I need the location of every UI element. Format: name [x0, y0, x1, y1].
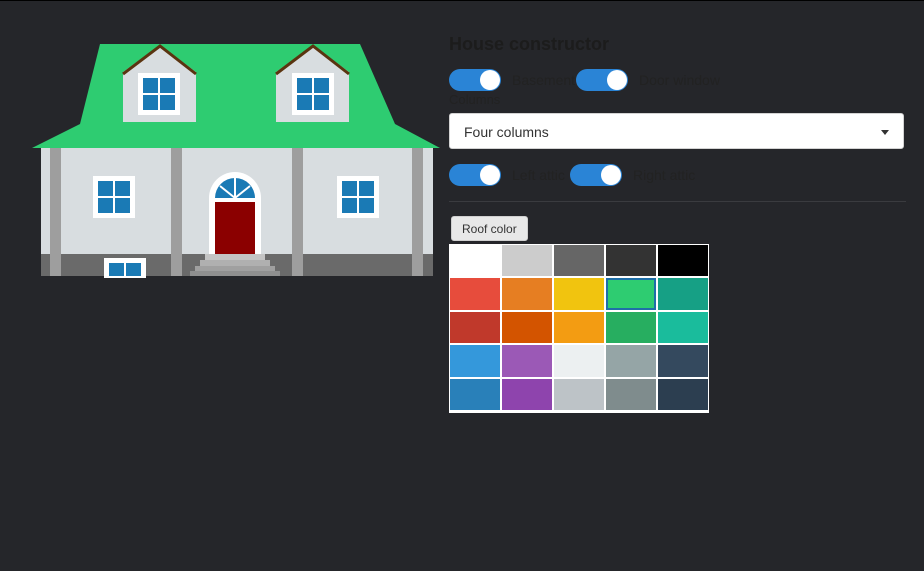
- color-swatch[interactable]: [554, 245, 604, 277]
- color-swatch[interactable]: [554, 311, 604, 344]
- switch-knob: [480, 70, 500, 90]
- color-swatch[interactable]: [502, 245, 552, 277]
- column-1: [50, 148, 61, 276]
- toggle-right-attic[interactable]: Right attic: [570, 164, 697, 186]
- columns-select-value: Four columns: [464, 124, 549, 140]
- left-window: [93, 176, 135, 218]
- color-swatch[interactable]: [658, 345, 708, 377]
- column-3: [292, 148, 303, 276]
- divider: [449, 201, 906, 202]
- page-title: House constructor: [449, 34, 610, 54]
- color-swatch[interactable]: [450, 245, 500, 277]
- basement-switch[interactable]: [449, 69, 501, 91]
- color-swatch[interactable]: [502, 378, 552, 410]
- color-swatch[interactable]: [606, 345, 656, 377]
- door-window-label: Door window: [639, 72, 720, 88]
- switch-knob: [601, 165, 621, 185]
- color-swatch[interactable]: [554, 345, 604, 377]
- roof-color-palette: [449, 244, 709, 413]
- color-swatch[interactable]: [450, 378, 500, 410]
- house-illustration: [32, 44, 440, 278]
- toggle-door-window[interactable]: Door window: [576, 69, 722, 91]
- color-swatch[interactable]: [606, 278, 656, 310]
- color-swatch[interactable]: [658, 378, 708, 410]
- controls-panel: House constructor Basement Door window C…: [449, 32, 906, 413]
- color-swatch[interactable]: [502, 311, 552, 344]
- basement-window: [104, 258, 146, 278]
- color-swatch[interactable]: [658, 245, 708, 277]
- color-swatch[interactable]: [450, 278, 500, 310]
- color-swatch[interactable]: [502, 345, 552, 377]
- left-attic-label: Left attic: [512, 167, 565, 183]
- color-swatch[interactable]: [450, 345, 500, 377]
- right-attic-switch[interactable]: [570, 164, 622, 186]
- switch-knob: [480, 165, 500, 185]
- color-swatch[interactable]: [658, 278, 708, 310]
- left-attic-switch[interactable]: [449, 164, 501, 186]
- color-swatch[interactable]: [450, 311, 500, 344]
- window-top-border: [0, 0, 924, 1]
- column-4: [412, 148, 423, 276]
- right-attic-label: Right attic: [633, 167, 696, 183]
- color-swatch[interactable]: [606, 378, 656, 410]
- column-2: [171, 148, 182, 276]
- door-window-switch[interactable]: [576, 69, 628, 91]
- roof-color-button[interactable]: Roof color: [451, 216, 528, 241]
- roof: [32, 44, 440, 148]
- color-swatch[interactable]: [554, 378, 604, 410]
- color-swatch[interactable]: [606, 245, 656, 277]
- toggle-basement[interactable]: Basement: [449, 69, 577, 91]
- right-window: [337, 176, 379, 218]
- basement-label: Basement: [512, 72, 576, 88]
- front-door: [209, 172, 261, 258]
- chevron-down-icon: [881, 130, 889, 135]
- columns-label: Columns: [449, 92, 501, 107]
- color-swatch[interactable]: [606, 311, 656, 344]
- color-swatch[interactable]: [502, 278, 552, 310]
- columns-select[interactable]: Four columns: [449, 113, 904, 149]
- toggle-left-attic[interactable]: Left attic: [449, 164, 567, 186]
- color-swatch[interactable]: [554, 278, 604, 310]
- color-swatch[interactable]: [658, 311, 708, 344]
- switch-knob: [607, 70, 627, 90]
